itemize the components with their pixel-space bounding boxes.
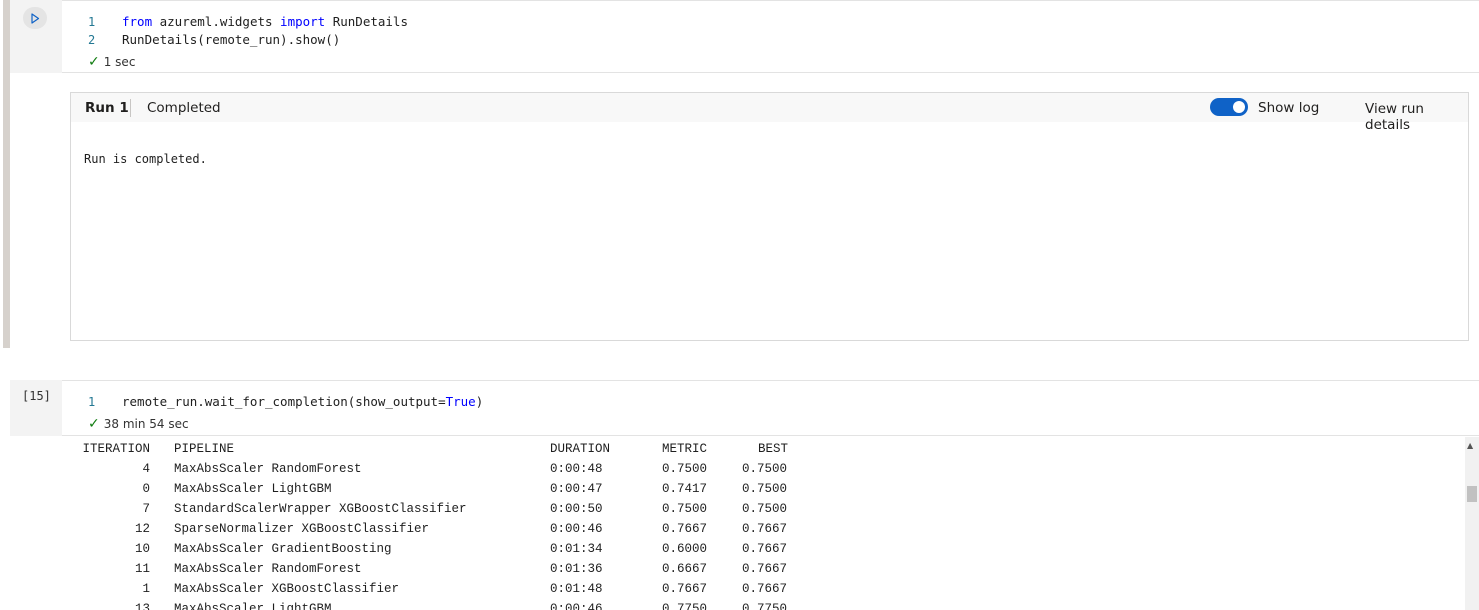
table-row: 13 MaxAbsScaler LightGBM 0:00:46 0.7750 0.77…	[0, 602, 1465, 610]
cell-pipeline: MaxAbsScaler RandomForest	[174, 462, 362, 476]
cell-best: 0.7750	[742, 602, 788, 610]
cell-iteration: 10	[134, 542, 150, 556]
keyword-token: import	[280, 14, 326, 29]
cell-pipeline: MaxAbsScaler GradientBoosting	[174, 542, 392, 556]
cell-metric: 0.7417	[662, 482, 708, 496]
play-icon	[31, 12, 40, 24]
cell-best: 0.7667	[742, 522, 788, 536]
cell-pipeline: SparseNormalizer XGBoostClassifier	[174, 522, 430, 536]
code-line[interactable]: RunDetails(remote_run).show()	[122, 32, 340, 47]
cell-iteration: 12	[134, 522, 150, 536]
line-number: 1	[88, 15, 96, 29]
cell-metric: 0.7667	[662, 522, 708, 536]
run-cell-button[interactable]	[23, 7, 47, 29]
cell-pipeline: MaxAbsScaler LightGBM	[174, 602, 332, 610]
widget-header: Run 1 Completed Show log View run detail…	[71, 93, 1468, 133]
cell-best: 0.7667	[742, 562, 788, 576]
cell-metric: 0.7750	[662, 602, 708, 610]
cell-output: ITERATION PIPELINE DURATION METRIC BEST …	[0, 437, 1465, 610]
cell-iteration: 4	[142, 462, 150, 476]
run-status: Completed	[147, 100, 221, 116]
run-title: Run 1	[85, 100, 129, 116]
table-row: 11 MaxAbsScaler RandomForest 0:01:36 0.6667…	[0, 562, 1465, 582]
line-number: 2	[88, 33, 96, 47]
code-token: RunDetails(remote_run).show()	[122, 32, 341, 47]
cell-iteration: 13	[134, 602, 150, 610]
cell-duration: 0:01:36	[550, 562, 603, 576]
log-output: Run is completed.	[84, 152, 207, 166]
notebook-cell-1: 1 from azureml.widgets import RunDetails…	[0, 0, 1479, 348]
cell-iteration: 0	[142, 482, 150, 496]
divider	[130, 99, 131, 117]
view-run-details-link[interactable]: View run details	[1365, 101, 1468, 133]
cell-best: 0.7667	[742, 542, 788, 556]
scrollbar-thumb[interactable]	[1467, 486, 1477, 502]
cell-metric: 0.6000	[662, 542, 708, 556]
cell-best: 0.7667	[742, 582, 788, 596]
code-line[interactable]: from azureml.widgets import RunDetails	[122, 14, 408, 29]
cell-iteration: 1	[142, 582, 150, 596]
table-row: 10 MaxAbsScaler GradientBoosting 0:01:34 0.…	[0, 542, 1465, 562]
line-number: 1	[88, 395, 96, 409]
execution-status: ✓ 38 min 54 sec	[88, 416, 189, 432]
cell-best: 0.7500	[742, 502, 788, 516]
execution-time: 1 sec	[103, 55, 136, 69]
table-row: 7 StandardScalerWrapper XGBoostClassifier…	[0, 502, 1465, 522]
cell-duration: 0:01:48	[550, 582, 603, 596]
cell-pipeline: MaxAbsScaler XGBoostClassifier	[174, 582, 400, 596]
cell-metric: 0.7500	[662, 462, 708, 476]
column-header-pipeline: PIPELINE	[174, 442, 235, 456]
cell-metric: 0.7500	[662, 502, 708, 516]
output-scrollbar[interactable]: ▲	[1465, 437, 1479, 610]
keyword-token: from	[122, 14, 153, 29]
execution-status: ✓ 1 sec	[88, 54, 135, 70]
checkmark-icon: ✓	[88, 416, 100, 432]
code-token: )	[475, 394, 484, 409]
code-token: remote_run.wait_for_completion(show_outp…	[122, 394, 446, 409]
code-token: azureml.widgets	[152, 14, 281, 29]
column-header-metric: METRIC	[662, 442, 708, 456]
cell-pipeline: MaxAbsScaler RandomForest	[174, 562, 362, 576]
code-token: RunDetails	[325, 14, 408, 29]
cell-duration: 0:00:46	[550, 522, 603, 536]
code-line[interactable]: remote_run.wait_for_completion(show_outp…	[122, 394, 483, 409]
table-header: ITERATION PIPELINE DURATION METRIC BEST	[0, 442, 1465, 462]
cell-iteration: 7	[142, 502, 150, 516]
table-row: 0 MaxAbsScaler LightGBM 0:00:47 0.7417 0.750…	[0, 482, 1465, 502]
cell-best: 0.7500	[742, 482, 788, 496]
column-header-iteration: ITERATION	[82, 442, 150, 456]
cell-duration: 0:01:34	[550, 542, 603, 556]
cell-metric: 0.6667	[662, 562, 708, 576]
cell-best: 0.7500	[742, 462, 788, 476]
cell-metric: 0.7667	[662, 582, 708, 596]
cell-duration: 0:00:50	[550, 502, 603, 516]
cell-iteration: 11	[134, 562, 150, 576]
cell-duration: 0:00:47	[550, 482, 603, 496]
toggle-knob	[1233, 101, 1245, 113]
column-header-best: BEST	[758, 442, 789, 456]
cell-duration: 0:00:46	[550, 602, 603, 610]
cell-duration: 0:00:48	[550, 462, 603, 476]
execution-time: 38 min 54 sec	[103, 417, 189, 431]
table-row: 4 MaxAbsScaler RandomForest 0:00:48 0.7500 0…	[0, 462, 1465, 482]
execution-count: [15]	[22, 389, 51, 403]
run-details-widget: Run 1 Completed Show log View run detail…	[70, 92, 1469, 341]
table-row: 12 SparseNormalizer XGBoostClassifier 0:00…	[0, 522, 1465, 542]
scroll-up-arrow-icon[interactable]: ▲	[1467, 441, 1473, 450]
cell-selection-bar	[3, 0, 10, 348]
show-log-toggle[interactable]	[1210, 98, 1248, 116]
table-row: 1 MaxAbsScaler XGBoostClassifier 0:01:48 0.…	[0, 582, 1465, 602]
show-log-label: Show log	[1258, 100, 1320, 116]
cell-pipeline: StandardScalerWrapper XGBoostClassifier	[174, 502, 467, 516]
cell-pipeline: MaxAbsScaler LightGBM	[174, 482, 332, 496]
column-header-duration: DURATION	[550, 442, 611, 456]
keyword-token: True	[445, 394, 476, 409]
checkmark-icon: ✓	[88, 54, 100, 70]
